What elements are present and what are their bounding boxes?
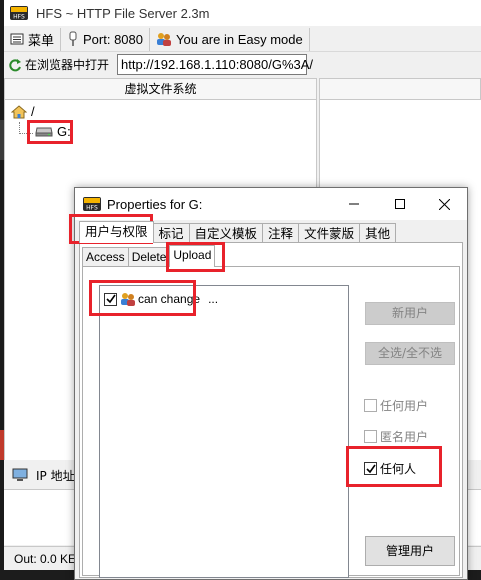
inner-tab-strip: Access Delete Upload: [82, 245, 216, 267]
users-icon: [121, 293, 135, 306]
url-bar: 在浏览器中打开 http://192.168.1.110:8080/G%3A/: [4, 52, 481, 77]
drive-icon: [35, 127, 53, 136]
close-icon: [438, 198, 450, 210]
computer-icon: [12, 468, 28, 481]
maximize-button[interactable]: [377, 188, 423, 220]
menu-icon: [10, 33, 24, 45]
menu-label: 菜单: [28, 32, 55, 48]
tab-comment[interactable]: 注释: [262, 223, 300, 243]
user-item-label: can change: [138, 292, 201, 306]
tree-root-node[interactable]: /: [11, 104, 35, 119]
manage-users-button[interactable]: 管理用户: [365, 536, 455, 566]
minimize-icon: [349, 203, 359, 205]
checkmark-icon: [365, 464, 376, 473]
anonymous-label: 匿名用户: [380, 430, 429, 444]
user-item-checkbox[interactable]: [104, 292, 117, 306]
permissions-panel: Access Delete Upload can change ... 新用户 …: [79, 242, 463, 578]
user-list-item[interactable]: can change ...: [104, 292, 218, 306]
maximize-icon: [395, 199, 405, 209]
tab-file-mask[interactable]: 文件蒙版: [298, 223, 361, 243]
close-button[interactable]: [421, 188, 467, 220]
refresh-arrow-icon: [9, 58, 21, 71]
tab-other[interactable]: 其他: [359, 223, 397, 243]
hfs-logo-icon: HFS: [10, 6, 28, 20]
vfs-header: 虚拟文件系统: [4, 78, 317, 100]
anonymous-box[interactable]: [364, 430, 377, 443]
minimize-button[interactable]: [331, 188, 377, 220]
port-button[interactable]: Port: 8080: [61, 27, 151, 51]
mode-button[interactable]: You are in Easy mode: [150, 27, 310, 51]
url-field[interactable]: http://192.168.1.110:8080/G%3A/: [117, 54, 313, 75]
tree-connector: [19, 133, 33, 134]
outer-tab-strip: 用户与权限 标记 自定义模板 注释 文件蒙版 其他: [79, 221, 397, 243]
new-user-button[interactable]: 新用户: [365, 302, 455, 325]
anyone-label: 任何人: [380, 462, 417, 476]
any-account-label: 任何用户: [380, 399, 429, 413]
main-toolbar: 菜单 Port: 8080 You are in Easy mode: [4, 27, 481, 52]
properties-dialog: HFS Properties for G: 用户与权限 标记 自定义模板 注释 …: [74, 187, 468, 580]
right-pane-header: [319, 78, 481, 100]
tab-users-permissions[interactable]: 用户与权限: [79, 221, 154, 243]
users-icon: [157, 33, 172, 46]
home-icon: [11, 104, 27, 118]
tab-custom-template[interactable]: 自定义模板: [188, 223, 264, 243]
tree-drive-node[interactable]: G:: [35, 124, 71, 139]
main-title-bar: HFS HFS ~ HTTP File Server 2.3m: [4, 0, 481, 26]
tab-access[interactable]: Access: [82, 247, 129, 267]
main-window-title: HFS ~ HTTP File Server 2.3m: [36, 5, 210, 21]
open-in-browser-button[interactable]: 在浏览器中打开: [4, 54, 113, 76]
svg-text:HFS: HFS: [86, 205, 98, 212]
upload-panel: can change ... 新用户 全选/全不选 任何用户 匿名用户 任何人: [82, 266, 460, 578]
tab-delete[interactable]: Delete: [127, 247, 171, 267]
tab-flags[interactable]: 标记: [152, 223, 190, 243]
anyone-checkbox[interactable]: 任何人: [364, 460, 416, 477]
checkmark-icon: [105, 294, 116, 304]
port-label: Port: 8080: [83, 31, 144, 47]
any-account-box[interactable]: [364, 399, 377, 412]
mode-label: You are in Easy mode: [176, 31, 303, 47]
menu-button[interactable]: 菜单: [4, 27, 62, 51]
any-account-checkbox[interactable]: 任何用户: [364, 397, 428, 414]
tree-drive-label: G:: [57, 124, 71, 139]
user-item-more: ...: [208, 292, 219, 306]
open-in-browser-label: 在浏览器中打开: [25, 58, 110, 72]
anyone-box[interactable]: [364, 462, 377, 475]
tab-upload[interactable]: Upload: [169, 245, 216, 267]
plug-icon: [69, 31, 77, 46]
svg-text:HFS: HFS: [13, 14, 25, 21]
hfs-logo-icon: HFS: [83, 197, 101, 211]
dialog-title-bar: HFS Properties for G:: [75, 188, 467, 220]
ip-address-column-label: IP 地址: [36, 468, 75, 483]
anonymous-checkbox[interactable]: 匿名用户: [364, 428, 428, 445]
tree-root-label: /: [31, 104, 35, 119]
dialog-title: Properties for G:: [107, 196, 203, 212]
select-all-button[interactable]: 全选/全不选: [365, 342, 455, 365]
user-list[interactable]: can change ...: [99, 285, 349, 578]
status-out-text: Out: 0.0 KE: [14, 551, 77, 566]
